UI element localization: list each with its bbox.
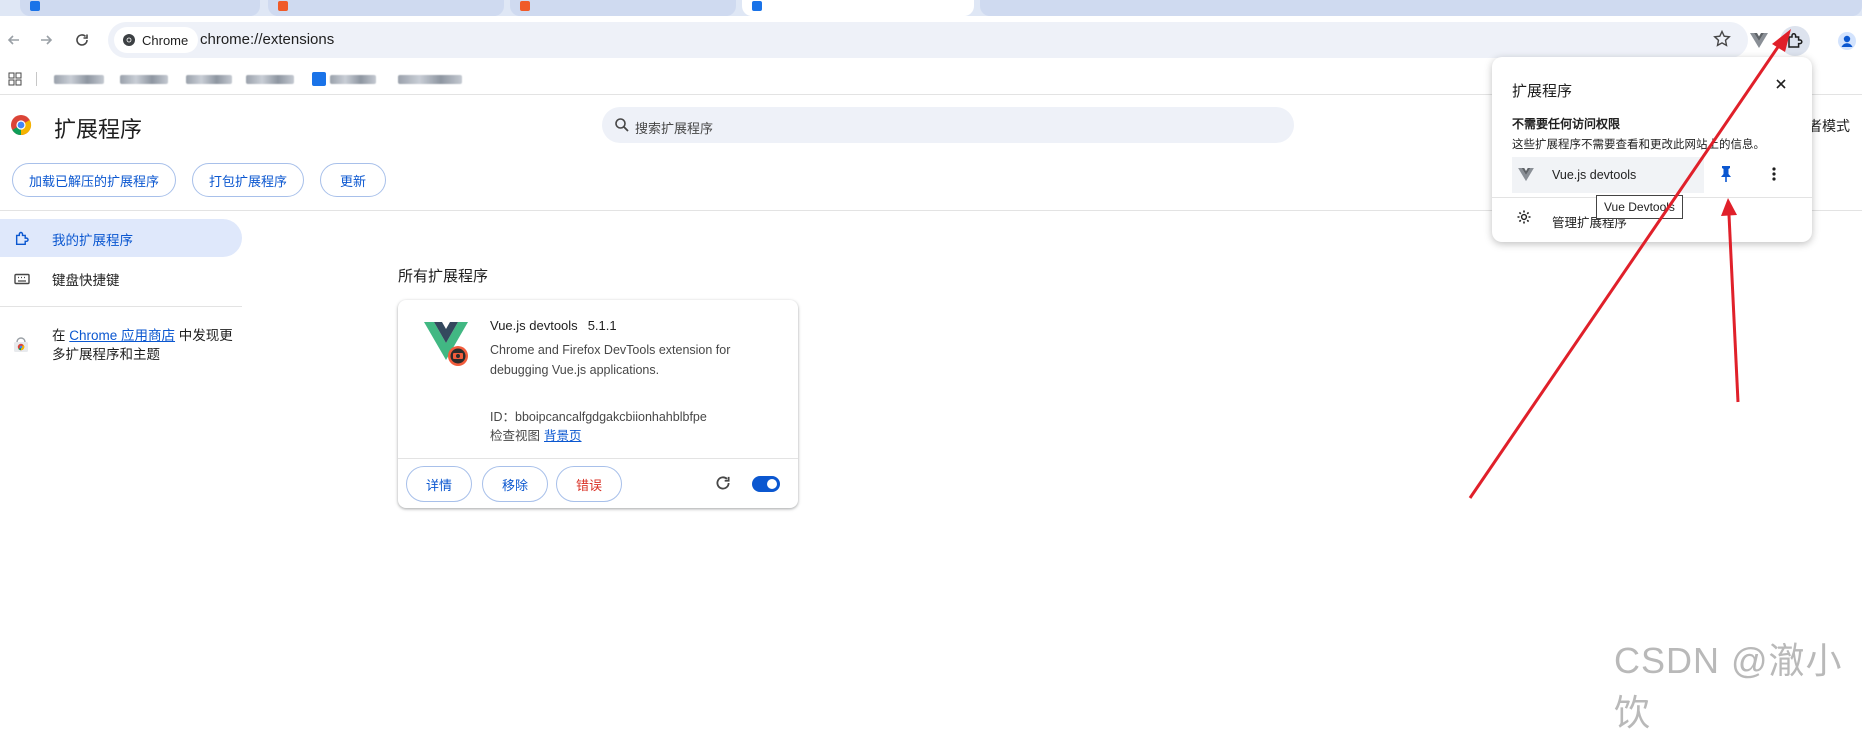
- bookmark-item[interactable]: [54, 72, 104, 86]
- sidebar-item-keyboard-shortcuts[interactable]: 键盘快捷键: [14, 269, 120, 289]
- tab-5[interactable]: [980, 0, 1862, 16]
- search-icon: [614, 117, 630, 133]
- sidebar-item-my-extensions[interactable]: 我的扩展程序: [14, 229, 133, 249]
- arrow-to-pin-line: [1727, 214, 1740, 403]
- update-button[interactable]: 更新: [320, 163, 386, 197]
- errors-button[interactable]: 错误: [556, 466, 622, 502]
- gear-icon: [1516, 209, 1532, 225]
- puzzle-icon: [1788, 32, 1803, 48]
- apps-button[interactable]: [8, 72, 22, 86]
- extension-card: Vue.js devtools 5.1.1 Chrome and Firefox …: [398, 300, 798, 508]
- sidebar-divider: [0, 306, 242, 307]
- url-text: chrome://extensions: [200, 31, 335, 48]
- profile-button[interactable]: [1832, 26, 1862, 56]
- bookmarks-divider: [36, 72, 37, 86]
- popup-close-button[interactable]: [1774, 77, 1788, 91]
- section-title: 所有扩展程序: [398, 268, 489, 285]
- bookmark-item[interactable]: [312, 72, 376, 86]
- extension-name-line: Vue.js devtools 5.1.1: [490, 318, 617, 333]
- chip-label: Chrome: [142, 32, 189, 48]
- close-icon: [1776, 79, 1786, 89]
- profile-avatar-icon: [1838, 32, 1856, 50]
- reload-icon: [716, 476, 730, 490]
- reload-icon: [76, 34, 88, 46]
- popup-title: 扩展程序: [1512, 83, 1573, 100]
- vue-devtools-toolbar-button[interactable]: [1744, 26, 1774, 56]
- tab-strip: [0, 0, 1862, 16]
- bookmark-star-button[interactable]: [1712, 29, 1732, 49]
- pin-tooltip: Vue Devtools: [1596, 195, 1683, 219]
- vue-logo-icon: [422, 320, 470, 368]
- pin-button[interactable]: [1718, 165, 1734, 183]
- load-unpacked-button[interactable]: 加载已解压的扩展程序: [12, 163, 176, 197]
- popup-subtitle: 不需要任何访问权限: [1512, 117, 1621, 131]
- vue-gray-icon: [1750, 33, 1768, 48]
- extensions-puzzle-button[interactable]: [1780, 26, 1810, 56]
- forward-arrow-icon: [41, 35, 53, 45]
- pin-icon: [1721, 166, 1731, 182]
- remove-button[interactable]: 移除: [482, 466, 548, 502]
- reload-button[interactable]: [68, 26, 96, 54]
- extension-version: 5.1.1: [587, 318, 617, 333]
- star-icon: [1713, 29, 1731, 47]
- tab-1[interactable]: [20, 0, 260, 16]
- keyboard-icon: [14, 273, 30, 285]
- apps-grid-icon: [8, 72, 22, 86]
- bookmark-item[interactable]: [398, 72, 462, 86]
- forward-button[interactable]: [32, 26, 60, 54]
- inspect-label: 检查视图: [490, 429, 541, 443]
- reload-extension-button[interactable]: [714, 474, 732, 492]
- more-options-button[interactable]: [1768, 165, 1780, 183]
- tab-favicon: [520, 1, 530, 11]
- bookmark-item[interactable]: [120, 72, 168, 86]
- address-bar[interactable]: Chrome chrome://extensions: [108, 22, 1748, 58]
- popup-extension-name: Vue.js devtools: [1552, 168, 1637, 182]
- tab-2[interactable]: [268, 0, 504, 16]
- enable-toggle[interactable]: [752, 476, 780, 492]
- search-placeholder: 搜索扩展程序: [635, 121, 714, 136]
- bookmark-item[interactable]: [246, 72, 294, 86]
- bookmark-item[interactable]: [186, 72, 232, 86]
- inspect-views: 检查视图 背景页: [490, 425, 582, 444]
- developer-mode-label: 者模式: [1808, 118, 1850, 134]
- webstore-icon: [12, 336, 30, 354]
- chrome-logo-icon: [10, 114, 32, 136]
- chrome-chip[interactable]: Chrome: [114, 27, 199, 53]
- sidebar-item-label: 我的扩展程序: [52, 233, 133, 248]
- sidebar-item-label: 键盘快捷键: [52, 273, 120, 288]
- chrome-logo-icon: [123, 34, 135, 46]
- webstore-link[interactable]: Chrome 应用商店: [69, 328, 175, 343]
- back-arrow-icon: [7, 35, 19, 45]
- tab-extensions[interactable]: [742, 0, 974, 16]
- extension-search[interactable]: 搜索扩展程序: [602, 107, 1294, 143]
- puzzle-icon: [15, 231, 29, 246]
- webstore-note-pre: 在: [52, 328, 70, 343]
- details-button[interactable]: 详情: [406, 466, 472, 502]
- extension-name: Vue.js devtools: [490, 318, 578, 333]
- watermark: CSDN @澈小饮: [1614, 640, 1843, 733]
- background-page-link[interactable]: 背景页: [544, 429, 582, 443]
- tab-favicon: [30, 1, 40, 11]
- more-vert-icon: [1772, 167, 1776, 181]
- card-divider: [398, 458, 798, 459]
- tab-favicon: [278, 1, 288, 11]
- extension-id: ID：bboipcancalfgdgakcbiionhahblbfpe: [490, 410, 707, 424]
- pack-extension-button[interactable]: 打包扩展程序: [192, 163, 304, 197]
- vue-gray-icon: [1518, 168, 1534, 182]
- popup-description: 这些扩展程序不需要查看和更改此网站上的信息。: [1512, 139, 1765, 151]
- back-button[interactable]: [0, 26, 28, 54]
- extension-description: Chrome and Firefox DevTools extension fo…: [490, 343, 731, 377]
- page-title: 扩展程序: [54, 117, 143, 142]
- tab-3[interactable]: [510, 0, 736, 16]
- tab-favicon: [752, 1, 762, 11]
- webstore-note: 在 Chrome 应用商店 中发现更多扩展程序和主题: [52, 326, 242, 364]
